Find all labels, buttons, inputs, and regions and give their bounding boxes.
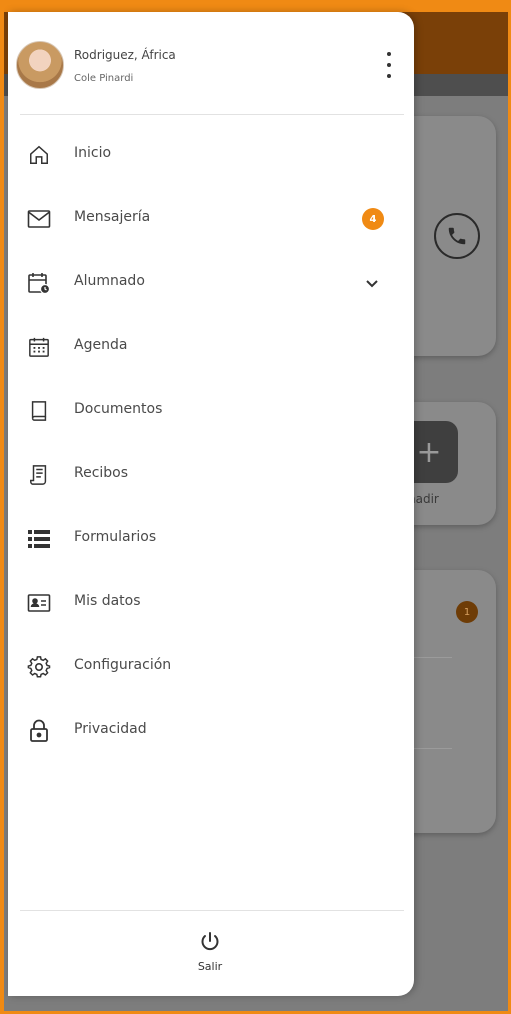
user-name: Rodriguez, África — [74, 48, 176, 62]
drawer-header: Rodriguez, África Cole Pinardi — [8, 12, 414, 116]
menu-item-alumnado[interactable]: Alumnado — [8, 252, 414, 312]
id-card-icon — [26, 590, 52, 616]
menu-item-label: Inicio — [74, 145, 112, 161]
menu-item-label: Alumnado — [74, 273, 145, 289]
list-icon — [26, 526, 52, 552]
calendar-grid-icon — [26, 334, 52, 360]
menu-item-mis-datos[interactable]: Mis datos — [8, 572, 414, 632]
background-badge: 1 — [456, 601, 478, 623]
lock-icon — [26, 718, 52, 744]
avatar[interactable] — [16, 41, 64, 89]
menu-item-label: Mensajería — [74, 209, 151, 225]
chevron-down-icon[interactable] — [362, 274, 382, 294]
book-icon — [26, 398, 52, 424]
menu-item-label: Agenda — [74, 337, 128, 353]
user-school: Cole Pinardi — [74, 73, 134, 84]
navigation-drawer: Rodriguez, África Cole Pinardi Inicio Me… — [8, 12, 414, 996]
menu-item-label: Formularios — [74, 529, 157, 545]
phone-icon — [434, 213, 480, 259]
menu-item-recibos[interactable]: Recibos — [8, 444, 414, 504]
mail-icon — [26, 206, 52, 232]
menu-item-formularios[interactable]: Formularios — [8, 508, 414, 568]
menu-item-label: Documentos — [74, 401, 163, 417]
menu-item-privacidad[interactable]: Privacidad — [8, 700, 414, 760]
unread-badge: 4 — [362, 208, 384, 230]
app-frame: + ñadir 1 Rodriguez, África Cole Pinardi… — [0, 0, 511, 1014]
menu-item-configuracion[interactable]: Configuración — [8, 636, 414, 696]
more-options-icon[interactable] — [380, 52, 398, 78]
gear-icon — [26, 654, 52, 680]
logout-label: Salir — [197, 960, 223, 973]
menu-item-label: Privacidad — [74, 721, 147, 737]
calendar-clock-icon — [26, 270, 52, 296]
footer-divider — [20, 910, 404, 911]
menu-item-inicio[interactable]: Inicio — [8, 124, 414, 184]
home-icon — [26, 142, 52, 168]
menu-item-mensajeria[interactable]: Mensajería 4 — [8, 188, 414, 248]
menu-item-documentos[interactable]: Documentos — [8, 380, 414, 440]
menu-item-agenda[interactable]: Agenda — [8, 316, 414, 376]
receipt-icon — [26, 462, 52, 488]
header-divider — [20, 114, 404, 115]
menu-item-label: Configuración — [74, 657, 172, 673]
menu-item-label: Recibos — [74, 465, 129, 481]
power-icon — [198, 930, 222, 958]
menu-item-label: Mis datos — [74, 593, 141, 609]
logout-button[interactable]: Salir — [180, 930, 240, 980]
status-bar — [4, 0, 508, 12]
